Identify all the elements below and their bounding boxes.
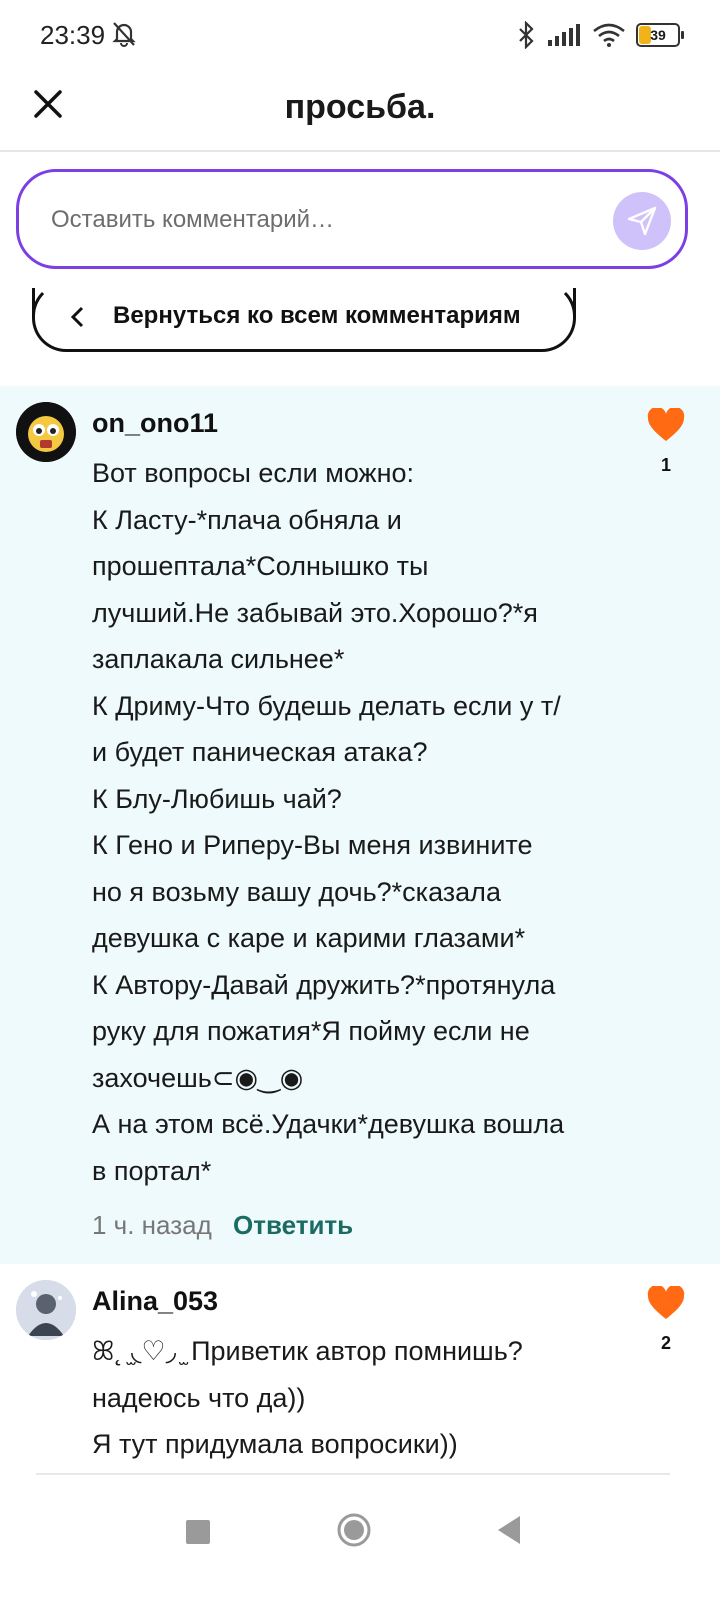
comment-username[interactable]: Alina_053 [92,1286,218,1317]
comment-line: К Дриму-Что будешь делать если у т/ [92,690,561,721]
comment-line: К Гено и Риперу-Вы меня извините [92,830,533,860]
comment-line: ꕤ˛ ̫◟♡◞ ̫ Приветик автор помнишь? [92,1336,523,1366]
chevron-left-icon [70,306,84,328]
comment-meta: 1 ч. назад Ответить [92,1210,353,1241]
header: просьба. [0,70,720,152]
status-indicators: 39 [516,20,684,50]
comment-line: но я возьму вашу дочь?*сказала [92,876,501,907]
comment-line: и будет паническая атака? [92,737,428,767]
comment-item: on_ono11 1 Вот вопросы если можно: К Лас… [0,386,720,1264]
signal-icon [548,24,580,46]
comment-line: в портал* [92,1155,212,1186]
like-button[interactable]: 2 [646,1284,686,1354]
comment-composer [16,169,688,269]
comment-text: ꕤ˛ ̫◟♡◞ ̫ Приветик автор помнишь? надеюс… [92,1328,612,1468]
like-count: 2 [660,1333,671,1353]
avatar-image [16,1280,76,1340]
comment-line: Я тут придумала вопросики)) [92,1429,458,1459]
heart-icon [647,1284,685,1319]
comment-line: лучший.Не забывай это.Хорошо?*я [92,597,538,628]
battery-level: 39 [650,27,666,43]
avatar-image [16,402,76,462]
comment-line: захочешь⊂◉‿◉ [92,1062,304,1093]
avatar[interactable] [16,402,76,462]
comment-line: руку для пожатия*Я пойму если не [92,1016,530,1046]
send-icon [627,206,657,236]
heart-icon [647,406,685,441]
send-button[interactable] [613,192,671,250]
wifi-icon [593,23,625,47]
comment-line: Вот вопросы если можно: [92,458,415,488]
battery-icon: 39 [636,23,684,47]
comment-line: заплакала сильнее* [92,644,345,674]
comment-line: К Ласту-*плача обняла и [92,504,402,535]
comment-timestamp: 1 ч. назад [92,1210,212,1240]
comment-line: А на этом всё.Удачки*девушка вошла [92,1109,565,1139]
comment-line: девушка с каре и карими глазами* [92,923,526,953]
divider [36,1473,670,1475]
back-button-label: Вернуться ко всем комментариям [113,302,521,329]
bluetooth-icon [519,21,534,49]
like-count: 1 [660,455,671,475]
avatar[interactable] [16,1280,76,1340]
comment-item: Alina_053 2 ꕤ˛ ̫◟♡◞ ̫ Приветик автор пом… [0,1264,720,1473]
home-icon[interactable] [336,1512,372,1548]
status-time: 23:39 [40,20,106,50]
system-nav-bar [0,1476,720,1600]
notifications-off-icon [112,22,136,47]
like-button[interactable]: 1 [646,406,686,476]
status-bar: 23:39 39 [0,0,720,70]
reply-button[interactable]: Ответить [233,1210,353,1240]
page-title: просьба. [284,88,436,126]
comment-line: К Блу-Любишь чай? [92,783,342,814]
recents-icon[interactable] [186,1520,210,1544]
comment-line: надеюсь что да)) [92,1382,306,1413]
back-to-all-comments-button[interactable]: Вернуться ко всем комментариям [32,282,576,352]
comment-text: Вот вопросы если можно: К Ласту-*плача о… [92,450,612,1194]
comment-input[interactable] [49,194,593,246]
comment-line: К Автору-Давай дружить?*протянула [92,969,556,1000]
comment-username[interactable]: on_ono11 [92,408,218,439]
back-icon[interactable] [496,1514,522,1546]
comment-line: прошептала*Солнышко ты [92,551,429,581]
